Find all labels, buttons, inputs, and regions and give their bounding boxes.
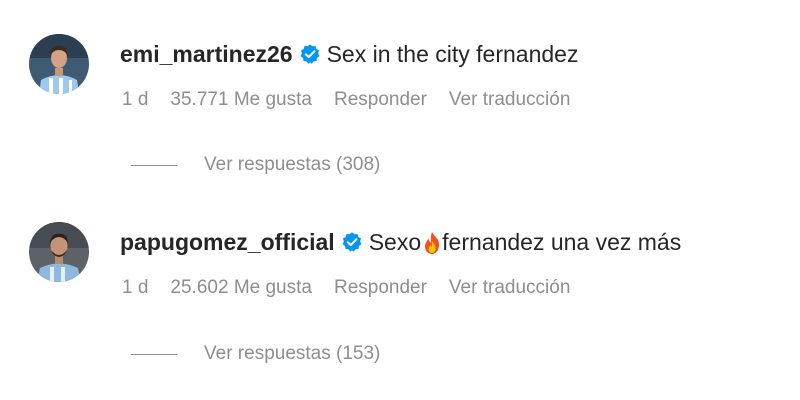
comment-line: papugomez_official Sexo fernandez una ve… [120, 225, 681, 259]
comment-text: Sexo fernandez una vez más [369, 229, 682, 256]
verified-badge-icon [341, 231, 363, 253]
comment-text: Sex in the city fernandez [326, 40, 579, 67]
reply-button[interactable]: Responder [334, 89, 427, 111]
timestamp: 1 d [122, 277, 149, 298]
translate-button[interactable]: Ver traducción [449, 277, 570, 299]
view-replies-label: Ver respuestas (308) [204, 154, 381, 175]
comment-meta: 1 d 35.771 Me gusta Responder Ver traduc… [122, 87, 592, 113]
replies-divider-line [131, 164, 177, 166]
comment-meta: 1 d 25.602 Me gusta Responder Ver traduc… [122, 275, 592, 301]
view-replies-label: Ver respuestas (153) [204, 343, 381, 364]
comment-text-after: fernandez una vez más [442, 228, 682, 255]
replies-divider-line [131, 353, 177, 355]
avatar[interactable] [29, 222, 89, 282]
reply-button[interactable]: Responder [334, 277, 427, 299]
view-replies-button[interactable]: Ver respuestas (308) [131, 152, 380, 178]
comment-text-before: Sexo [368, 228, 422, 255]
fire-emoji-icon [423, 231, 441, 255]
translate-button[interactable]: Ver traducción [449, 89, 570, 111]
timestamp: 1 d [122, 89, 149, 110]
username-link[interactable]: papugomez_official [120, 229, 335, 256]
verified-badge-icon [299, 43, 321, 65]
comment-line: emi_martinez26 Sex in the city fernandez [120, 37, 578, 71]
username-link[interactable]: emi_martinez26 [120, 41, 293, 68]
avatar[interactable] [29, 34, 89, 94]
likes-count[interactable]: 25.602 Me gusta [170, 277, 312, 299]
likes-count[interactable]: 35.771 Me gusta [170, 89, 312, 111]
view-replies-button[interactable]: Ver respuestas (153) [131, 341, 380, 367]
